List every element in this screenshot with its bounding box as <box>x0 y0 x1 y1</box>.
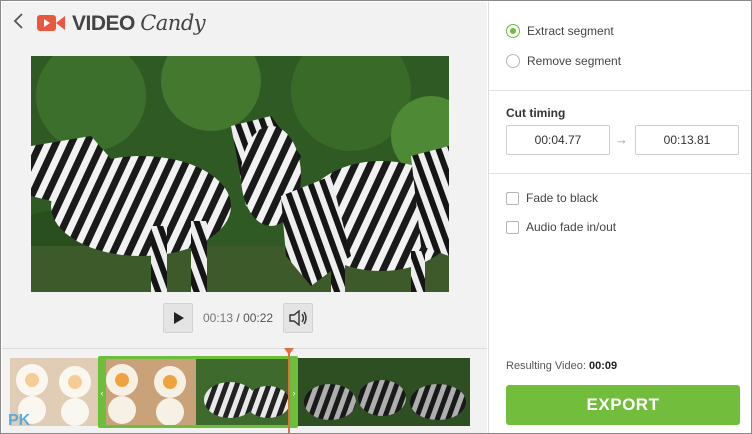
timeline-divider <box>2 348 487 349</box>
app-window: VIDEO Candy 00:13 / 00:22 ‹ › PK Extract… <box>0 0 752 434</box>
volume-button[interactable] <box>283 303 314 333</box>
start-time-input[interactable]: 00:04.77 <box>506 125 610 155</box>
remove-segment-label: Remove segment <box>527 54 622 68</box>
top-bar: VIDEO Candy <box>2 2 487 42</box>
segment-selection[interactable]: ‹ › <box>98 356 298 428</box>
selection-end-handle[interactable]: › <box>290 387 298 399</box>
chevron-left-icon <box>13 13 23 29</box>
video-preview[interactable] <box>31 56 449 292</box>
playhead[interactable] <box>288 350 290 433</box>
remove-segment-option[interactable]: Remove segment <box>506 54 621 68</box>
arrow-right-icon: → <box>615 132 628 147</box>
divider <box>489 173 751 174</box>
fade-to-black-checkbox[interactable] <box>506 191 519 205</box>
fade-to-black-label: Fade to black <box>526 191 599 205</box>
resulting-video-label: Resulting Video: <box>506 360 586 372</box>
resulting-video-duration: 00:09 <box>588 360 618 372</box>
radio-extract[interactable] <box>506 24 520 38</box>
fade-to-black-option[interactable]: Fade to black <box>506 191 598 205</box>
editor-panel: VIDEO Candy 00:13 / 00:22 ‹ › PK <box>2 2 487 433</box>
time-display: 00:13 / 00:22 <box>203 311 274 325</box>
playback-controls: 00:13 / 00:22 <box>163 302 314 334</box>
divider <box>489 90 751 91</box>
settings-panel: Extract segment Remove segment Cut timin… <box>488 2 751 433</box>
radio-remove[interactable] <box>506 54 520 68</box>
resulting-video-info: Resulting Video: 00:09 <box>506 360 617 372</box>
selection-start-handle[interactable]: ‹ <box>98 387 106 399</box>
back-button[interactable] <box>10 10 28 32</box>
video-camera-icon <box>37 15 65 31</box>
logo-text: VIDEO Candy <box>72 10 206 35</box>
video-frame-image <box>31 56 449 292</box>
watermark: PK <box>8 412 31 429</box>
end-time-input[interactable]: 00:13.81 <box>635 125 739 155</box>
audio-fade-option[interactable]: Audio fade in/out <box>506 220 616 234</box>
cut-timing-label: Cut timing <box>506 106 566 120</box>
audio-fade-checkbox[interactable] <box>506 220 519 234</box>
audio-fade-label: Audio fade in/out <box>526 220 617 234</box>
extract-segment-option[interactable]: Extract segment <box>506 24 614 38</box>
export-button[interactable]: EXPORT <box>506 385 740 425</box>
volume-icon <box>289 310 307 326</box>
play-button[interactable] <box>163 303 193 333</box>
logo[interactable]: VIDEO Candy <box>36 10 206 36</box>
play-icon <box>174 312 184 324</box>
extract-segment-label: Extract segment <box>527 24 614 38</box>
